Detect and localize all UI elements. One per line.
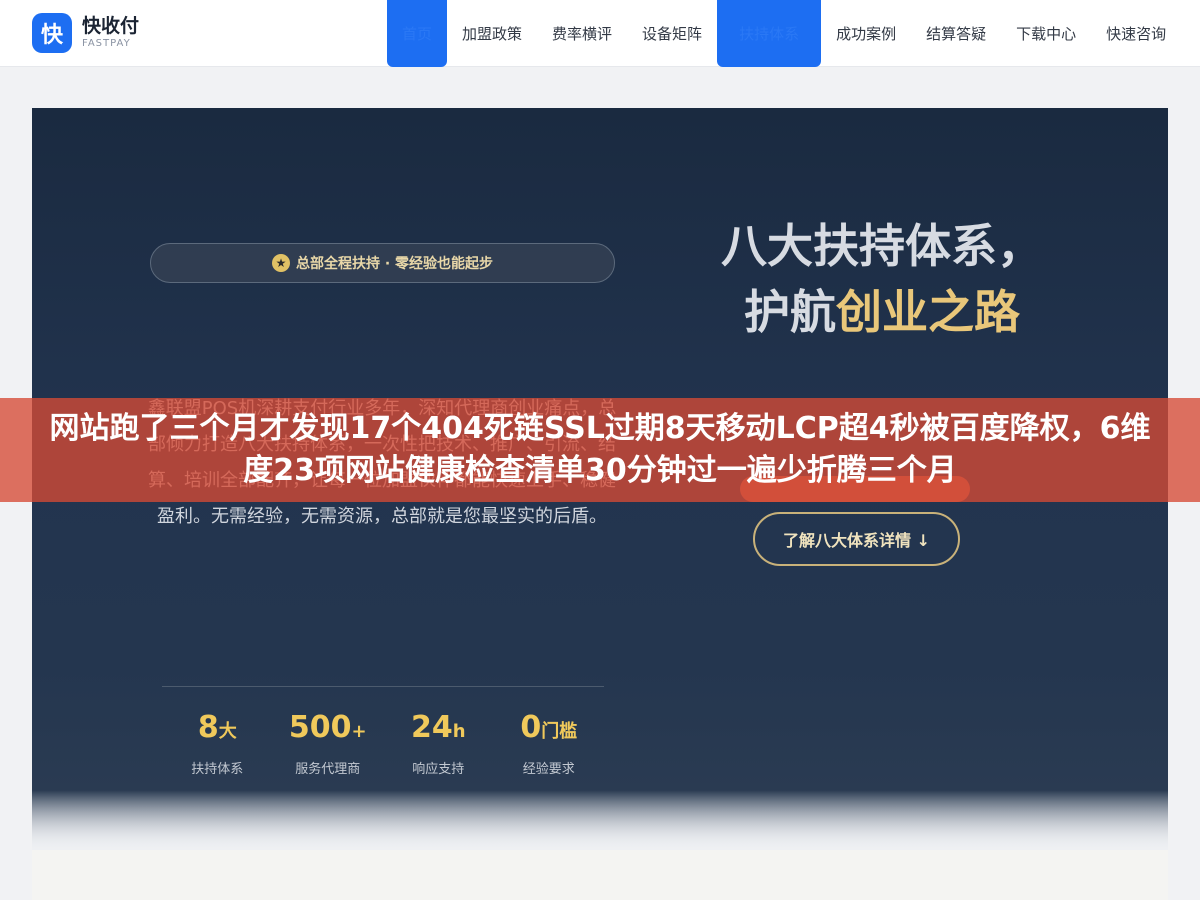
star-icon: ★ [271,254,290,272]
stat-item: 0门槛 经验要求 [494,708,605,777]
stat-item: 8大 扶持体系 [162,708,273,777]
nav-item-quick-consult[interactable]: 快速咨询 [1091,0,1181,67]
logo[interactable]: 快 快收付 FASTPAY [32,13,139,53]
stat-label: 响应支持 [412,762,465,777]
nav-item-settlement-faq[interactable]: 结算答疑 [911,0,1001,67]
hero-bottom-fade [32,790,1168,850]
stat-value: 500 [288,710,352,745]
stat-label: 扶持体系 [191,762,244,777]
learn-more-button[interactable]: 了解八大体系详情 ↓ [753,512,960,566]
headline-plain: 护航 [744,285,836,339]
stats-row: 8大 扶持体系 500+ 服务代理商 24h 响应支持 0门槛 经验要求 [162,708,604,777]
nav-label: 扶持体系 [739,25,800,43]
stat-unit: h [452,721,466,742]
stat-unit: 门槛 [541,721,578,742]
stat-value: 0 [520,710,542,745]
nav-item-home[interactable]: 首页 [387,0,448,67]
hero-badge: ★ 总部全程扶持 · 零经验也能起步 [150,243,615,283]
headline-line-2: 护航创业之路 [662,279,1102,345]
stats-divider [162,686,604,687]
logo-subtitle: FASTPAY [82,38,131,49]
nav-item-support-system[interactable]: 扶持体系 [717,0,822,67]
headline-accent: 创业之路 [836,285,1020,339]
stat-label: 服务代理商 [295,762,361,777]
stat-value: 24 [410,710,453,745]
stat-label: 经验要求 [522,762,575,777]
nav-label: 首页 [402,25,433,43]
stat-value: 8 [197,710,219,745]
next-section [32,850,1168,900]
nav-item-franchise-policy[interactable]: 加盟政策 [447,0,537,67]
hero-headline: 八大扶持体系， 护航创业之路 [662,213,1102,345]
logo-icon: 快 [32,13,72,53]
article-title: 网站跑了三个月才发现17个404死链SSL过期8天移动LCP超4秒被百度降权，6… [49,411,1151,488]
badge-text: 总部全程扶持 · 零经验也能起步 [295,256,494,272]
headline-line-1: 八大扶持体系， [721,219,1043,273]
main-nav: 首页 加盟政策 费率横评 设备矩阵 扶持体系 成功案例 结算答疑 下载中心 快速… [387,0,1181,67]
stat-unit: 大 [218,721,237,742]
nav-item-download-center[interactable]: 下载中心 [1001,0,1091,67]
nav-item-rate-review[interactable]: 费率横评 [537,0,627,67]
nav-item-success-cases[interactable]: 成功案例 [821,0,911,67]
stat-item: 24h 响应支持 [383,708,494,777]
nav-item-device-matrix[interactable]: 设备矩阵 [627,0,717,67]
article-title-banner: 网站跑了三个月才发现17个404死链SSL过期8天移动LCP超4秒被百度降权，6… [0,398,1200,502]
logo-name: 快收付 [82,15,140,37]
stat-item: 500+ 服务代理商 [273,708,384,777]
stat-unit: + [351,721,367,742]
site-header: 快 快收付 FASTPAY 首页 加盟政策 费率横评 设备矩阵 扶持体系 成功案… [0,0,1200,67]
